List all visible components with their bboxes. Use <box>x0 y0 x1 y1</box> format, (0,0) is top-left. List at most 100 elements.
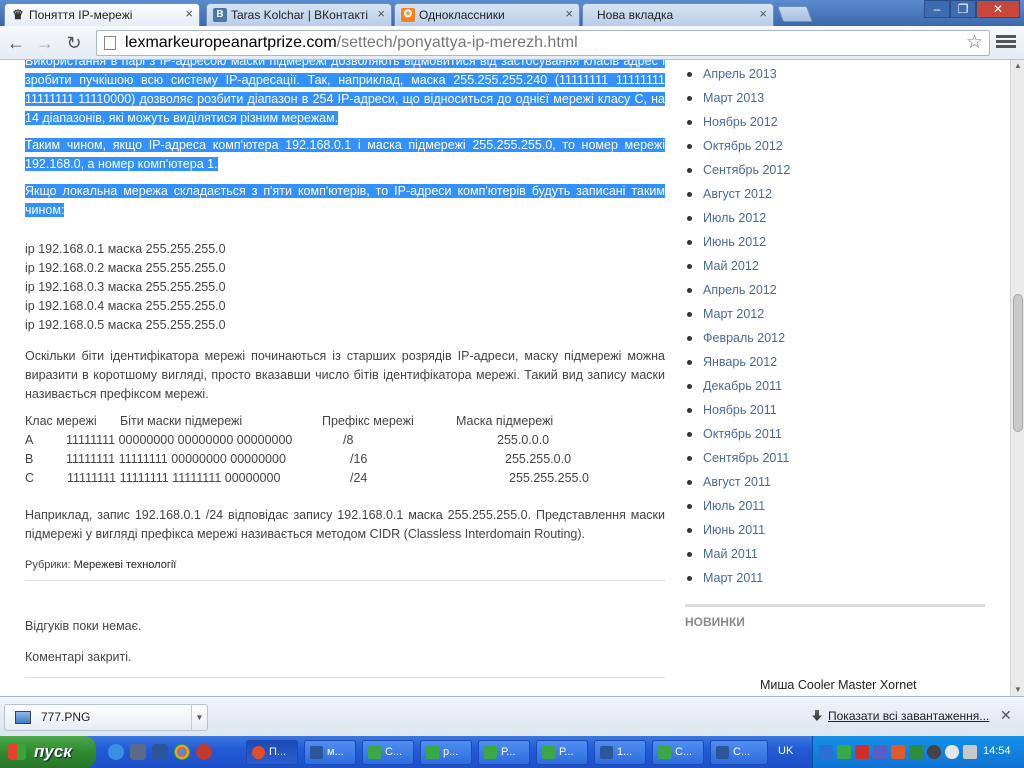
taskbar-window-label: р... <box>443 746 459 758</box>
chrome-icon[interactable] <box>174 744 190 760</box>
category-link[interactable]: Мережеві технології <box>74 559 177 571</box>
forward-button[interactable]: → <box>34 32 56 54</box>
archive-link[interactable]: Июнь 2012 <box>685 230 985 254</box>
close-window-button[interactable]: ✕ <box>976 0 1020 18</box>
url-path: /settech/ponyattya-ip-merezh.html <box>336 34 578 51</box>
tab-vkontakte[interactable]: B Taras Kolchar | ВКонтакті × <box>206 3 392 26</box>
archive-link[interactable]: Февраль 2012 <box>685 326 985 350</box>
minimize-button[interactable]: – <box>924 0 950 18</box>
scroll-up-arrow[interactable]: ▲ <box>1011 60 1024 72</box>
archive-link[interactable]: Август 2011 <box>685 470 985 494</box>
show-all-downloads-link[interactable]: Показати всі завантаження... <box>812 709 989 723</box>
tray-app-icon[interactable] <box>891 745 905 759</box>
tray-app-icon[interactable] <box>855 745 869 759</box>
clock[interactable]: 14:54 <box>983 745 1011 757</box>
archive-link[interactable]: Январь 2012 <box>685 350 985 374</box>
archive-link[interactable]: Март 2011 <box>685 566 985 590</box>
table-header: Біти маски підмережі <box>120 414 243 428</box>
menu-button[interactable] <box>996 33 1016 51</box>
tab-ip-networks[interactable]: ♛ Поняття IP-мережі × <box>4 3 200 26</box>
taskbar-window[interactable]: Р... <box>536 740 588 765</box>
taskbar-window[interactable]: 1... <box>594 740 646 765</box>
maximize-button[interactable]: ❐ <box>950 0 976 18</box>
bookmark-star-icon[interactable]: ☆ <box>966 31 983 55</box>
archive-link[interactable]: Май 2011 <box>685 542 985 566</box>
archive-link[interactable]: Март 2013 <box>685 86 985 110</box>
archive-link[interactable]: Ноябрь 2012 <box>685 110 985 134</box>
table-cell: 255.255.0.0 <box>505 452 572 466</box>
close-icon[interactable]: × <box>185 6 193 21</box>
archive-link[interactable]: Октябрь 2011 <box>685 422 985 446</box>
table-header: Маска підмережі <box>456 414 554 428</box>
close-icon[interactable]: ✕ <box>1000 707 1012 724</box>
tray-app-icon[interactable] <box>963 745 977 759</box>
table-cell: /16 <box>350 452 368 466</box>
taskbar-window[interactable]: П... <box>246 740 298 765</box>
taskbar-window-label: С... <box>385 746 403 758</box>
reload-button[interactable]: ↻ <box>63 32 85 54</box>
scroll-down-arrow[interactable]: ▼ <box>1011 684 1024 696</box>
archive-link[interactable]: Июнь 2011 <box>685 518 985 542</box>
tab-odnoklassniki[interactable]: ✪ Одноклассники × <box>394 3 580 26</box>
volume-icon[interactable] <box>927 745 941 759</box>
ie-icon[interactable] <box>108 744 124 760</box>
address-bar[interactable]: lexmarkeuropeanartprize.com/settech/pony… <box>96 30 990 56</box>
taskbar-window[interactable]: Р... <box>478 740 530 765</box>
archive-link[interactable]: Сентябрь 2011 <box>685 446 985 470</box>
media-player-icon[interactable] <box>196 744 212 760</box>
news-item[interactable]: Миша Cooler Master Xornet <box>760 678 917 692</box>
desktop-icon[interactable] <box>130 744 146 760</box>
paragraph: Використання в парі з IP-адресою маски п… <box>25 60 665 128</box>
table-cell: A <box>25 433 34 447</box>
download-item[interactable]: 777.PNG ▼ <box>4 704 208 731</box>
tray-app-icon[interactable] <box>945 745 959 759</box>
categories: Рубрики: Мережеві технології <box>25 556 665 581</box>
archive-link[interactable]: Апрель 2012 <box>685 278 985 302</box>
system-tray: 14:54 <box>812 736 1024 768</box>
table-cell: 255.255.255.0 <box>509 471 589 485</box>
scroll-thumb[interactable] <box>1013 294 1023 432</box>
chevron-down-icon[interactable]: ▼ <box>191 705 207 730</box>
archive-link[interactable]: Декабрь 2011 <box>685 374 985 398</box>
close-icon[interactable]: × <box>377 6 385 21</box>
close-icon[interactable]: × <box>759 6 767 21</box>
taskbar-window[interactable]: С... <box>710 740 768 765</box>
taskbar-window[interactable]: С... <box>652 740 704 765</box>
archive-link[interactable]: Июль 2011 <box>685 494 985 518</box>
save-icon[interactable] <box>152 744 168 760</box>
archive-link[interactable]: Сентябрь 2012 <box>685 158 985 182</box>
table-header: Клас мережі <box>25 414 97 428</box>
network-icon[interactable] <box>819 745 833 759</box>
archive-link[interactable]: Июль 2012 <box>685 206 985 230</box>
archive-link[interactable]: Март 2012 <box>685 302 985 326</box>
close-icon[interactable]: × <box>565 6 573 21</box>
tray-app-icon[interactable] <box>837 745 851 759</box>
taskbar-window[interactable]: м... <box>304 740 356 765</box>
no-comments-text: Відгуків поки немає. <box>25 619 142 633</box>
table-cell: 11111111 11111111 00000000 00000000 <box>66 452 286 466</box>
archive-link[interactable]: Август 2012 <box>685 182 985 206</box>
vertical-scrollbar[interactable]: ▲ ▼ <box>1010 60 1024 696</box>
archive-link[interactable]: Апрель 2013 <box>685 62 985 86</box>
paragraph: Таким чином, якщо IP-адреса комп'ютера 1… <box>25 136 665 174</box>
language-indicator[interactable]: UK <box>778 745 793 757</box>
new-tab-button[interactable] <box>777 6 813 22</box>
mask-table: Клас мережі Біти маски підмережі Префікс… <box>25 412 665 492</box>
taskbar-window[interactable]: С... <box>362 740 414 765</box>
tray-app-icon[interactable] <box>909 745 923 759</box>
tab-new[interactable]: Нова вкладка × <box>582 3 774 26</box>
back-button[interactable]: ← <box>5 32 27 54</box>
table-cell: /8 <box>343 433 354 447</box>
folder-icon <box>426 746 439 759</box>
tray-app-icon[interactable] <box>873 745 887 759</box>
start-button[interactable]: пуск <box>0 736 96 768</box>
comments-closed-text: Коментарі закриті. <box>25 650 132 664</box>
taskbar-window-label: м... <box>327 746 344 758</box>
selected-text: Таким чином, якщо IP-адреса комп'ютера 1… <box>25 138 665 171</box>
folder-icon <box>368 746 381 759</box>
taskbar-window[interactable]: р... <box>420 740 472 765</box>
tab-strip: ♛ Поняття IP-мережі × B Taras Kolchar | … <box>0 0 1024 26</box>
archive-link[interactable]: Ноябрь 2011 <box>685 398 985 422</box>
archive-link[interactable]: Октябрь 2012 <box>685 134 985 158</box>
archive-link[interactable]: Май 2012 <box>685 254 985 278</box>
